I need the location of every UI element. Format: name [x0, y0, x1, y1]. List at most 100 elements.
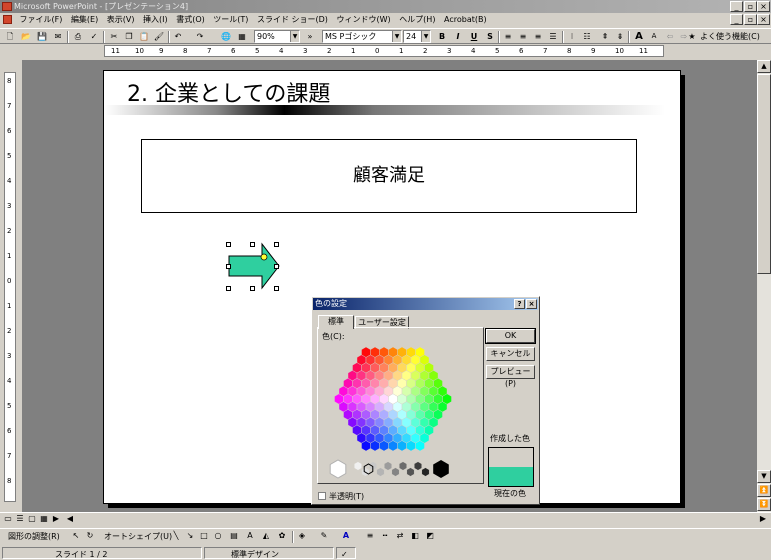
italic-button[interactable]: I	[452, 31, 464, 42]
resize-handle[interactable]	[274, 286, 279, 291]
bold-button[interactable]: B	[436, 31, 448, 42]
save-icon[interactable]: 💾	[36, 31, 48, 42]
draw-menu-button[interactable]: 図形の調整(R)	[8, 529, 60, 544]
line-color-icon[interactable]: ✎	[318, 530, 330, 541]
shadow-style-icon[interactable]: ◧	[409, 530, 421, 541]
vertical-scrollbar[interactable]: ▲ ▼ ⏫ ⏬	[757, 60, 771, 512]
zoom-select[interactable]: 90% ▼	[254, 30, 300, 43]
rectangle-icon[interactable]: □	[198, 530, 210, 541]
customer-satisfaction-box[interactable]: 顧客満足	[141, 139, 637, 213]
menu-slideshow[interactable]: スライド ショー(D)	[254, 13, 331, 27]
shadow-button[interactable]: S	[484, 31, 496, 42]
ok-button[interactable]: OK	[485, 328, 536, 344]
gray-cell[interactable]	[376, 467, 385, 477]
resize-handle[interactable]	[250, 286, 255, 291]
doc-close-icon[interactable]: ×	[757, 14, 770, 25]
underline-button[interactable]: U	[468, 31, 480, 42]
increase-paragraph-icon[interactable]: ⇞	[599, 31, 611, 42]
powerpoint-app-icon[interactable]	[2, 2, 12, 11]
slide-title[interactable]: 2. 企業としての課題	[127, 76, 330, 108]
wordart-icon[interactable]: A	[244, 530, 256, 541]
arrow-shape[interactable]	[228, 242, 280, 290]
arrow-style-icon[interactable]: ⇄	[394, 530, 406, 541]
menu-help[interactable]: ヘルプ(H)	[396, 13, 438, 27]
adjust-handle[interactable]	[260, 253, 268, 261]
chevron-down-icon[interactable]: ▼	[392, 31, 401, 42]
oval-icon[interactable]: ○	[212, 530, 224, 541]
next-slide-icon[interactable]: ⏬	[757, 498, 771, 511]
gray-cell[interactable]	[421, 467, 430, 477]
cancel-button[interactable]: キャンセル	[486, 347, 535, 361]
menu-edit[interactable]: 編集(E)	[68, 13, 101, 27]
chevron-down-icon[interactable]: ▼	[421, 31, 430, 42]
print-icon[interactable]: ⎙	[72, 31, 84, 42]
chevron-down-icon[interactable]: ▼	[290, 31, 299, 42]
menu-view[interactable]: 表示(V)	[104, 13, 138, 27]
resize-handle[interactable]	[226, 264, 231, 269]
frequent-commands-button[interactable]: よく使う機能(C)	[700, 31, 760, 42]
resize-handle[interactable]	[274, 264, 279, 269]
table-icon[interactable]: ▦	[236, 31, 248, 42]
resize-handle[interactable]	[274, 242, 279, 247]
scroll-left-icon[interactable]: ◀	[64, 513, 76, 524]
preview-button[interactable]: プレビュー(P)	[486, 365, 535, 388]
font-color-icon[interactable]: A	[340, 530, 352, 541]
menu-acrobat[interactable]: Acrobat(B)	[441, 13, 490, 27]
outline-view-icon[interactable]: ☰	[14, 513, 26, 524]
previous-slide-icon[interactable]: ⏫	[757, 484, 771, 497]
hyperlink-icon[interactable]: 🌐	[220, 31, 232, 42]
semi-transparent-checkbox[interactable]	[318, 492, 326, 500]
resize-handle[interactable]	[250, 242, 255, 247]
clipart-icon[interactable]: ✿	[276, 530, 288, 541]
align-center-icon[interactable]: ≡	[517, 31, 529, 42]
dash-style-icon[interactable]: ┅	[379, 530, 391, 541]
format-painter-icon[interactable]: 🖌	[153, 31, 165, 42]
color-hexagon-palette[interactable]	[328, 341, 458, 457]
line-icon[interactable]: ╲	[170, 530, 182, 541]
email-icon[interactable]: ✉	[52, 31, 64, 42]
arrow-tool-icon[interactable]: ↘	[184, 530, 196, 541]
normal-view-icon[interactable]: ▭	[2, 513, 14, 524]
scroll-up-icon[interactable]: ▲	[757, 60, 771, 73]
grayscale-palette[interactable]	[328, 457, 458, 481]
fill-color-icon[interactable]: ◈	[296, 530, 308, 541]
autoshapes-menu-button[interactable]: オートシェイプ(U)	[104, 529, 172, 544]
tab-standard[interactable]: 標準	[318, 315, 354, 329]
select-pointer-icon[interactable]: ↖	[70, 530, 82, 541]
doc-restore-icon[interactable]: ▫	[744, 14, 757, 25]
star-icon[interactable]: ★	[686, 31, 698, 42]
gray-cell[interactable]	[354, 461, 362, 471]
resize-handle[interactable]	[226, 242, 231, 247]
font-select[interactable]: MS Pゴシック ▼	[322, 30, 402, 43]
slide-view-icon[interactable]: ▢	[26, 513, 38, 524]
free-rotate-icon[interactable]: ↻	[84, 530, 96, 541]
menu-format[interactable]: 書式(O)	[173, 13, 208, 27]
gray-cell[interactable]	[414, 461, 422, 471]
dialog-close-button[interactable]: ×	[526, 299, 537, 309]
promote-icon[interactable]: ⇦	[664, 31, 676, 42]
resize-handle[interactable]	[226, 286, 231, 291]
gray-cell[interactable]	[399, 461, 407, 471]
horizontal-scrollbar[interactable]: ▭ ☰ ▢ ▦ ▶ ◀ ▶	[0, 512, 771, 525]
menu-insert[interactable]: 挿入(I)	[140, 13, 171, 27]
textbox-icon[interactable]: ▤	[228, 530, 240, 541]
help-button[interactable]: ?	[514, 299, 525, 309]
sorter-view-icon[interactable]: ▦	[38, 513, 50, 524]
spellcheck-icon[interactable]: ✓	[88, 31, 100, 42]
toolbar-options-icon[interactable]: »	[304, 31, 316, 42]
scroll-down-icon[interactable]: ▼	[757, 470, 771, 483]
close-icon[interactable]: ×	[757, 1, 770, 12]
redo-icon[interactable]: ↷	[194, 31, 206, 42]
minimize-icon[interactable]: _	[730, 1, 743, 12]
undo-icon[interactable]: ↶	[172, 31, 184, 42]
white-cell[interactable]	[329, 459, 347, 479]
numbering-icon[interactable]: ⁝	[566, 31, 578, 42]
scroll-thumb[interactable]	[757, 74, 771, 274]
cut-icon[interactable]: ✂	[108, 31, 120, 42]
font-size-select[interactable]: 24 ▼	[403, 30, 431, 43]
align-right-icon[interactable]: ≡	[532, 31, 544, 42]
paste-icon[interactable]: 📋	[138, 31, 150, 42]
bullets-icon[interactable]: ☷	[581, 31, 593, 42]
gray-cell[interactable]	[391, 467, 400, 477]
gray-cell[interactable]	[384, 461, 392, 471]
